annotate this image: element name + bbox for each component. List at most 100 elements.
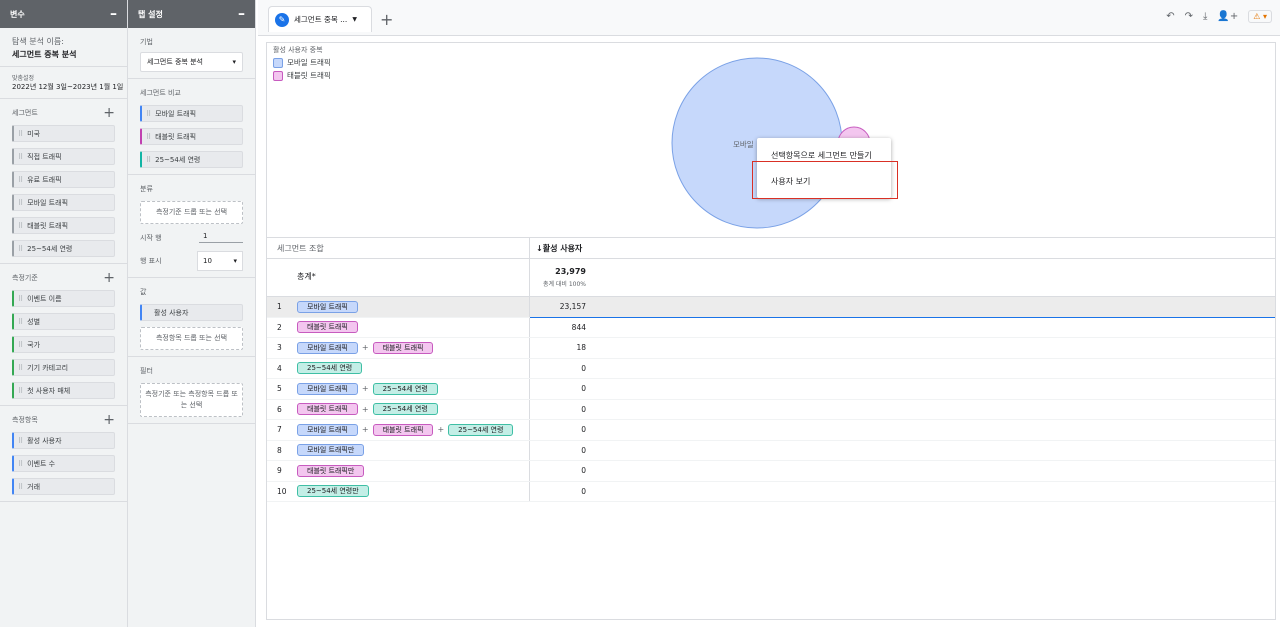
- variables-panel-header: 변수 –: [0, 0, 127, 28]
- drag-handle-icon[interactable]: ⠿: [18, 130, 23, 138]
- dimension-chip[interactable]: ⠿ 국가: [12, 336, 115, 353]
- table-row[interactable]: 1 모바일 트래픽 23,157: [267, 297, 1275, 318]
- table-row[interactable]: 9 태블릿 트래픽만 0: [267, 461, 1275, 482]
- table-row[interactable]: 4 25~54세 연령 0: [267, 358, 1275, 379]
- drag-handle-icon[interactable]: ⠿: [18, 245, 23, 253]
- table-header: 세그먼트 조합 ↓활성 사용자: [267, 237, 1275, 259]
- table-row[interactable]: 5 모바일 트래픽 +25~54세 연령 0: [267, 379, 1275, 400]
- active-users-value: 0: [581, 384, 586, 394]
- active-users-value: 0: [581, 486, 586, 496]
- drag-handle-icon[interactable]: ⠿: [18, 153, 23, 161]
- table-row[interactable]: 10 25~54세 연령만 0: [267, 481, 1275, 502]
- segment-tag: 25~54세 연령: [297, 362, 363, 375]
- legend-item-mobile: 모바일 트래픽: [273, 57, 331, 68]
- show-rows-field: 행 표시 10 ▾: [140, 251, 243, 271]
- breakdown-label: 분류: [140, 185, 153, 193]
- drag-handle-icon[interactable]: ⠿: [18, 295, 23, 303]
- total-label: 총계*: [267, 259, 530, 296]
- row-number: 3: [277, 343, 282, 353]
- segment-tag: 태블릿 트래픽: [297, 403, 358, 416]
- add-metric-icon[interactable]: +: [103, 413, 115, 427]
- show-rows-select[interactable]: 10 ▾: [197, 251, 243, 271]
- plus-icon: +: [361, 384, 369, 394]
- dimension-chip[interactable]: ⠿ 성별: [12, 313, 115, 330]
- segment-chip[interactable]: ⠿ 태블릿 트래픽: [12, 217, 115, 234]
- segment-chip[interactable]: ⠿ 직접 트래픽: [12, 148, 115, 165]
- segment-compare-chip[interactable]: ⠿ 모바일 트래픽: [140, 105, 243, 122]
- tab-segment-overlap[interactable]: ✎ 세그먼트 중복 ... ▼: [268, 6, 372, 32]
- segment-compare-chip[interactable]: ⠿ 태블릿 트래픽: [140, 128, 243, 145]
- table-row[interactable]: 2 태블릿 트래픽 844: [267, 317, 1275, 338]
- drag-handle-icon[interactable]: ⠿: [18, 483, 23, 491]
- metric-chip[interactable]: ⠿ 활성 사용자: [12, 432, 115, 449]
- total-value: 23,979: [555, 267, 586, 276]
- segment-chip[interactable]: ⠿ 유료 트래픽: [12, 171, 115, 188]
- date-range-value[interactable]: 2022년 12월 3일~2023년 1월 1일 ▾: [12, 82, 123, 92]
- drag-handle-icon[interactable]: ⠿: [18, 318, 23, 326]
- dimension-chip[interactable]: ⠿ 이벤트 이름: [12, 290, 115, 307]
- collapse-icon[interactable]: –: [238, 7, 245, 21]
- segment-compare-chip[interactable]: ⠿ 25~54세 연령: [140, 151, 243, 168]
- download-icon[interactable]: ⤓: [1203, 11, 1207, 22]
- segments-title: 세그먼트: [12, 109, 38, 117]
- table-row[interactable]: 8 모바일 트래픽만 0: [267, 440, 1275, 461]
- segment-combo: 태블릿 트래픽만: [297, 461, 530, 481]
- segment-tag: 모바일 트래픽: [297, 423, 358, 436]
- segment-chip[interactable]: ⠿ 25~54세 연령: [12, 240, 115, 257]
- chevron-down-icon: ▾: [233, 257, 237, 265]
- add-dimension-icon[interactable]: +: [103, 271, 115, 285]
- values-drop-zone[interactable]: 측정항목 드롭 또는 선택: [140, 327, 243, 350]
- breakdown-drop-zone[interactable]: 측정기준 드롭 또는 선택: [140, 201, 243, 224]
- filter-drop-zone[interactable]: 측정기준 또는 측정항목 드롭 또는 선택: [140, 383, 243, 417]
- segment-tag: 모바일 트래픽만: [297, 444, 365, 457]
- drag-handle-icon[interactable]: ⠿: [146, 156, 151, 164]
- technique-select[interactable]: 세그먼트 중복 분석 ▾: [140, 52, 243, 72]
- add-segment-icon[interactable]: +: [103, 106, 115, 120]
- segment-combo: 모바일 트래픽 + 태블릿 트래픽: [297, 338, 530, 358]
- segment-chip[interactable]: ⠿ 미국: [12, 125, 115, 142]
- table-row[interactable]: 7 모바일 트래픽 + 태블릿 트래픽 +25~54세 연령 0: [267, 420, 1275, 441]
- analysis-name[interactable]: 세그먼트 중복 분석: [12, 49, 115, 60]
- metrics-section: 측정항목 + ⠿ 활성 사용자 ⠿ 이벤트 수 ⠿ 거래: [0, 406, 127, 502]
- segment-tag: 25~54세 연령: [372, 382, 438, 395]
- dimension-chip[interactable]: ⠿ 첫 사용자 매체: [12, 382, 115, 399]
- segment-chip[interactable]: ⠿ 모바일 트래픽: [12, 194, 115, 211]
- warning-icon[interactable]: ⚠ ▾: [1248, 10, 1272, 23]
- start-row-field: 시작 행1: [140, 232, 243, 243]
- tab-settings-header: 탭 설정 –: [128, 0, 255, 28]
- values-metric-chip[interactable]: 활성 사용자: [140, 304, 243, 321]
- row-number: 1: [277, 302, 282, 312]
- tab-settings-panel: 탭 설정 – 기법 세그먼트 중복 분석 ▾ 세그먼트 비교 ⠿ 모바일 트래픽 ⠿…: [128, 0, 256, 627]
- segment-compare-label: 세그먼트 비교: [140, 89, 181, 97]
- drag-handle-icon[interactable]: ⠿: [18, 437, 23, 445]
- drag-handle-icon[interactable]: ⠿: [146, 110, 151, 118]
- redo-icon[interactable]: ↷: [1185, 11, 1193, 22]
- collapse-icon[interactable]: –: [110, 7, 117, 21]
- caret-down-icon[interactable]: ▼: [352, 16, 357, 23]
- segment-tag: 모바일 트래픽: [297, 341, 358, 354]
- table-row[interactable]: 6 태블릿 트래픽 +25~54세 연령 0: [267, 399, 1275, 420]
- date-range-section[interactable]: 맞춤설정 2022년 12월 3일~2023년 1월 1일 ▾: [0, 67, 127, 99]
- col-header-active-users[interactable]: ↓활성 사용자: [530, 238, 582, 258]
- dimension-chip[interactable]: ⠿ 기기 카테고리: [12, 359, 115, 376]
- add-tab-button[interactable]: +: [380, 10, 393, 29]
- row-number: 5: [277, 384, 282, 394]
- drag-handle-icon[interactable]: ⠿: [18, 176, 23, 184]
- table-row[interactable]: 3 모바일 트래픽 + 태블릿 트래픽 18: [267, 338, 1275, 359]
- metric-chip[interactable]: ⠿ 이벤트 수: [12, 455, 115, 472]
- share-user-icon[interactable]: 👤+: [1217, 11, 1238, 22]
- undo-icon[interactable]: ↶: [1166, 11, 1174, 22]
- analysis-name-label: 탐색 분석 이름:: [12, 37, 64, 46]
- drag-handle-icon[interactable]: ⠿: [18, 364, 23, 372]
- metric-chip[interactable]: ⠿ 거래: [12, 478, 115, 495]
- drag-handle-icon[interactable]: ⠿: [18, 387, 23, 395]
- drag-handle-icon[interactable]: ⠿: [18, 222, 23, 230]
- drag-handle-icon[interactable]: ⠿: [18, 460, 23, 468]
- drag-handle-icon[interactable]: ⠿: [18, 341, 23, 349]
- drag-handle-icon[interactable]: ⠿: [18, 199, 23, 207]
- drag-handle-icon[interactable]: ⠿: [146, 133, 151, 141]
- segment-tag: 모바일 트래픽: [297, 382, 358, 395]
- legend-swatch: [273, 70, 283, 81]
- view-users-highlight: [752, 161, 898, 199]
- start-row-input[interactable]: 1: [199, 232, 243, 243]
